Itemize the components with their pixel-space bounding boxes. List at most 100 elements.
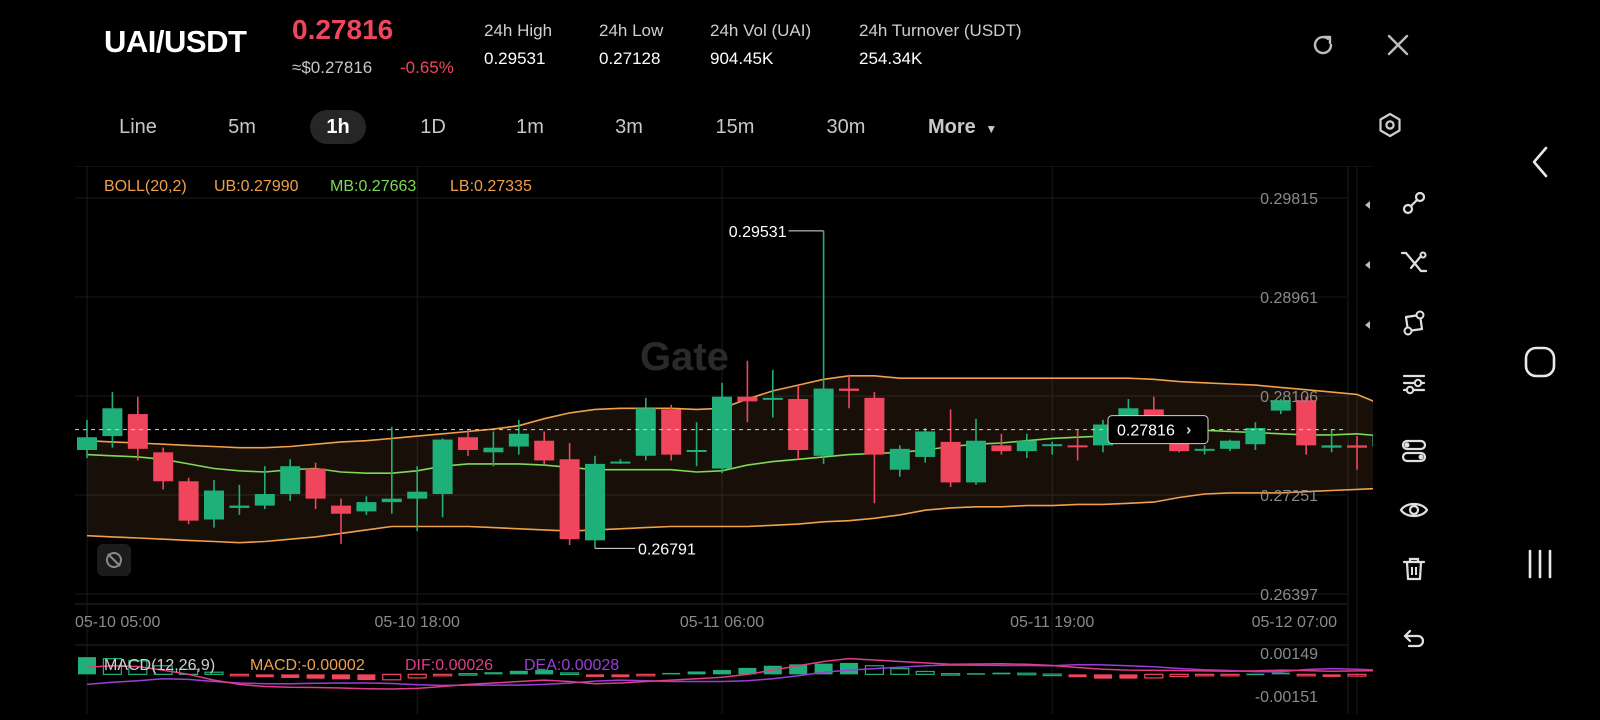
close-icon [1387,34,1409,56]
tab-more[interactable]: More ▼ [928,110,1020,144]
candle-down [331,505,351,514]
candle-up [610,461,631,464]
candle-up [1372,433,1373,447]
macd-histogram-bar [1220,673,1240,677]
macd-histogram-bar [332,674,350,680]
macd-histogram-bar [1246,673,1265,676]
macd-histogram-bar [636,673,656,677]
macd-histogram-bar [357,674,376,681]
settings-hexagon-icon [1379,112,1401,138]
candle-down [864,397,885,455]
macd-histogram-bar [1068,674,1087,678]
visibility-tool[interactable] [1396,492,1432,528]
candle-up [686,449,707,452]
macd-histogram-bar [840,662,858,675]
tab-1d[interactable]: 1D [403,110,463,144]
macd-histogram-bar [864,665,885,675]
refresh-button[interactable] [1306,28,1340,62]
eye-icon [1399,502,1429,518]
candle-up [432,439,453,495]
undo-tool[interactable] [1396,621,1432,657]
macd-y-axis-tick-label: 0.00149 [1260,646,1318,663]
tab-5m[interactable]: 5m [212,110,272,144]
candle-down [178,481,199,521]
candle-up [407,491,428,499]
tab-3m[interactable]: 3m [599,110,659,144]
tab-1h[interactable]: 1h [310,110,366,144]
y-axis-tick-label: 0.28961 [1260,290,1318,307]
tab-30m[interactable]: 30m [812,110,880,144]
tab-1m[interactable]: 1m [500,110,560,144]
indicator-settings-tool[interactable] [1396,364,1432,400]
system-home-button[interactable] [1516,338,1564,386]
price-change-percent: -0.65% [400,58,454,77]
layout-tool[interactable] [1396,433,1432,469]
candlestick-chart[interactable]: Gate 0.27816 › 0.29531 0.26791 0.29815 0.28961… [75,166,1373,714]
candle-down [127,414,148,449]
candle-down [1067,445,1088,448]
macd-histogram-bar [915,670,935,675]
last-price: 0.27816 [292,14,394,45]
delete-drawings-tool[interactable] [1396,551,1432,587]
candle-up [889,448,910,470]
candle-up [381,498,402,503]
candle-down [940,441,961,483]
candle-down [305,468,326,499]
macd-histogram-bar [382,673,402,681]
stat-turnover-label: 24h Turnover (USDT) [859,21,1022,40]
switch-toggles-icon [1401,439,1427,463]
y-axis-tick-label: 0.27251 [1260,488,1318,505]
candle-up [102,408,123,437]
stat-low-label: 24h Low [599,21,664,40]
candle-up [77,437,97,450]
candle-up [356,502,377,512]
stat-turnover-value: 254.34K [859,49,923,68]
y-axis-tick-label: 0.29815 [1260,191,1318,208]
system-back-button[interactable] [1516,138,1564,186]
macd-histogram-bar [306,674,325,679]
trading-pair: UAI/USDT [104,24,247,59]
macd-histogram-bar [1119,674,1138,679]
trend-line-tool[interactable] [1396,185,1432,221]
candle-up [1321,445,1342,448]
candle-up [635,408,656,456]
stat-volume-value: 904.45K [710,49,774,68]
macd-histogram-bar [967,673,985,675]
stat-volume-label: 24h Vol (UAI) [710,21,812,40]
macd-histogram-bar [1296,673,1316,677]
candle-up [712,396,732,469]
macd-y-axis-tick-label: -0.00151 [1255,689,1318,706]
low-marker-label: 0.26791 [638,541,696,558]
candle-up [280,466,301,495]
tab-line[interactable]: Line [108,110,168,144]
candle-down [661,409,682,455]
stat-low-value: 0.27128 [599,49,661,68]
trash-icon [1402,557,1426,581]
macd-histogram-bar [992,672,1011,675]
candle-down [839,388,859,391]
fibonacci-tool[interactable] [1396,245,1432,281]
candle-up [585,463,605,541]
tab-15m[interactable]: 15m [703,110,767,144]
macd-histogram-bar [1094,674,1112,679]
shape-tool[interactable] [1396,305,1432,341]
candle-up [204,490,224,520]
candle-up [813,388,834,456]
macd-histogram-bar [1194,673,1215,677]
macd-histogram-bar [1169,673,1189,678]
candle-up [508,433,529,447]
caret-down-icon: ▼ [985,122,998,136]
candle-up [1042,444,1063,447]
x-axis-tick-label: 05-10 18:00 [374,614,460,631]
close-button[interactable] [1381,28,1415,62]
current-price-label: 0.27816 [1117,423,1175,440]
candle-down [153,452,174,482]
recents-bars-icon [1528,549,1552,579]
macd-legend-dif: DIF:0.00026 [405,657,494,674]
system-recents-button[interactable] [1516,540,1564,588]
chart-settings-button[interactable] [1373,108,1407,142]
macd-histogram-bar [1322,674,1341,677]
watermark-logo: Gate [640,335,729,379]
macd-histogram-bar [1271,672,1290,675]
chevron-right-icon: › [1186,422,1191,439]
